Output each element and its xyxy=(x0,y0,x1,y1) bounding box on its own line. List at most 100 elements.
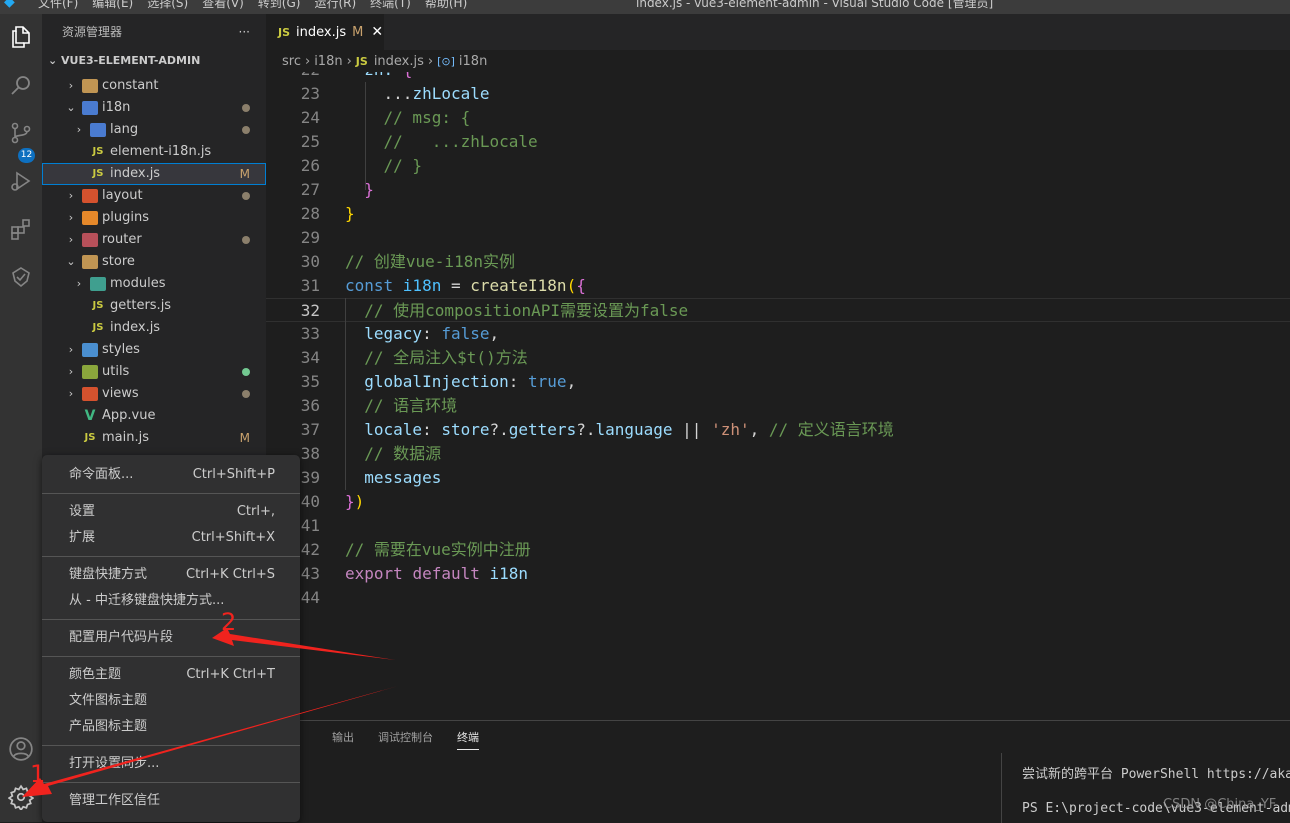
menu-item-label: 扩展 xyxy=(69,530,96,545)
menu-item[interactable]: 文件(F) xyxy=(38,0,78,11)
account-icon[interactable] xyxy=(6,734,36,764)
folder-icon xyxy=(82,189,98,203)
tree-item[interactable]: › lang xyxy=(42,119,266,141)
breadcrumb-symbol[interactable]: i18n xyxy=(459,54,487,69)
tree-item[interactable]: JS getters.js xyxy=(42,295,266,317)
testing-icon[interactable] xyxy=(6,262,36,292)
tree-item[interactable]: ⌄ store xyxy=(42,251,266,273)
menu-item-label: 设置 xyxy=(69,504,96,519)
tree-item[interactable]: › modules xyxy=(42,273,266,295)
menu-item[interactable]: 产品图标主题 xyxy=(42,714,300,740)
tree-item[interactable]: JS index.js xyxy=(42,317,266,339)
panel-tab[interactable]: 调试控制台 xyxy=(378,729,433,745)
tree-item[interactable]: › plugins xyxy=(42,207,266,229)
menu-item[interactable]: 从 - 中迁移键盘快捷方式... xyxy=(42,588,300,614)
chevron-right-icon: › xyxy=(68,365,74,378)
code-text: // 创建vue-i18n实例 xyxy=(345,250,515,274)
code-token: : xyxy=(508,372,529,391)
gear-icon[interactable] xyxy=(6,782,36,812)
more-actions-button[interactable]: ··· xyxy=(239,14,250,50)
tree-item[interactable]: JS main.js M xyxy=(42,427,266,449)
menu-item[interactable]: 命令面板... Ctrl+Shift+P xyxy=(42,462,300,488)
menu-item[interactable]: 键盘快捷方式 Ctrl+K Ctrl+S xyxy=(42,562,300,588)
menu-item[interactable]: 运行(R) xyxy=(314,0,356,11)
menu-item[interactable]: 编辑(E) xyxy=(92,0,133,11)
menu-item[interactable]: 扩展 Ctrl+Shift+X xyxy=(42,525,300,551)
chevron-right-icon: › xyxy=(68,343,74,356)
panel-tab[interactable]: 输出 xyxy=(332,729,354,745)
panel-tab[interactable]: 终端 xyxy=(457,729,479,750)
code-line: 38 // 数据源 xyxy=(266,442,1290,466)
breadcrumb-i18n[interactable]: i18n xyxy=(314,54,342,69)
menu-separator xyxy=(42,745,300,746)
extensions-icon[interactable] xyxy=(6,214,36,244)
menu-item[interactable]: 查看(V) xyxy=(202,0,244,11)
menu-item[interactable]: 帮助(H) xyxy=(425,0,467,11)
breadcrumb-file[interactable]: index.js xyxy=(374,54,424,69)
tree-item-label: styles xyxy=(102,342,140,357)
menu-item[interactable]: 打开设置同步... xyxy=(42,751,300,777)
menu-bar: 文件(F) 编辑(E) 选择(S) 查看(V) 转到(G) 运行(R) 终端(T) 帮助(H) xyxy=(38,0,467,11)
tab-index-js[interactable]: JS index.js M ✕ xyxy=(266,14,384,50)
tree-item[interactable]: › constant xyxy=(42,75,266,97)
code-text: messages xyxy=(345,466,441,490)
code-editor[interactable]: 22 zh: {23 ...zhLocale24 // msg: {25 // … xyxy=(266,72,1290,720)
menu-item[interactable]: 管理工作区信任 xyxy=(42,788,300,814)
tree-item-label: modules xyxy=(110,276,166,291)
search-icon[interactable] xyxy=(6,70,36,100)
tree-item[interactable]: › utils xyxy=(42,361,266,383)
tree-item-label: i18n xyxy=(102,100,131,115)
tree-item[interactable]: › styles xyxy=(42,339,266,361)
menu-item[interactable]: 终端(T) xyxy=(370,0,411,11)
tree-item[interactable]: ⌄ i18n xyxy=(42,97,266,119)
run-debug-icon[interactable] xyxy=(6,166,36,196)
code-text: // msg: { xyxy=(345,106,471,130)
code-text: ...zhLocale xyxy=(345,82,490,106)
line-number: 35 xyxy=(300,372,320,391)
project-header[interactable]: ⌄ VUE3-ELEMENT-ADMIN xyxy=(42,50,266,72)
tree-item[interactable]: JS element-i18n.js xyxy=(42,141,266,163)
line-number: 37 xyxy=(300,420,320,439)
code-line: 40}) xyxy=(266,490,1290,514)
tree-item[interactable]: › router xyxy=(42,229,266,251)
code-token: // ...zhLocale xyxy=(345,132,538,151)
chevron-right-icon: › xyxy=(76,277,82,290)
menu-separator xyxy=(42,493,300,494)
menu-item[interactable]: 转到(G) xyxy=(258,0,301,11)
tree-item[interactable]: › layout xyxy=(42,185,266,207)
line-number: 30 xyxy=(300,252,320,271)
menu-item-label: 管理工作区信任 xyxy=(69,793,161,808)
files-icon[interactable] xyxy=(6,22,36,52)
code-token: { xyxy=(576,276,586,295)
tree-item[interactable]: JS index.js M xyxy=(42,163,266,185)
menu-item[interactable]: 文件图标主题 xyxy=(42,688,300,714)
tree-item[interactable]: › views xyxy=(42,383,266,405)
terminal-line: 尝试新的跨平台 PowerShell https://aka.ms/pscore… xyxy=(1022,767,1290,782)
code-token: = xyxy=(441,276,471,295)
menu-item-label: 颜色主题 xyxy=(69,667,122,682)
close-icon[interactable]: ✕ xyxy=(371,24,383,40)
line-number: 23 xyxy=(300,84,320,103)
menu-item[interactable]: 选择(S) xyxy=(147,0,188,11)
code-text: } xyxy=(345,202,355,226)
code-text: locale: store?.getters?.language || 'zh'… xyxy=(345,418,894,442)
source-control-icon[interactable] xyxy=(6,118,36,148)
folder-icon xyxy=(82,233,98,247)
folder-icon xyxy=(90,123,106,137)
code-text: // } xyxy=(345,154,423,178)
tree-item-label: index.js xyxy=(110,166,161,181)
chevron-right-icon: › xyxy=(68,233,74,246)
code-token: createI18n xyxy=(470,276,567,295)
code-token: , xyxy=(489,324,500,343)
tree-item[interactable]: V App.vue xyxy=(42,405,266,427)
menu-item[interactable]: 颜色主题 Ctrl+K Ctrl+T xyxy=(42,662,300,688)
menu-item[interactable]: 设置 Ctrl+, xyxy=(42,499,300,525)
code-text: export default i18n xyxy=(345,562,528,586)
tree-item-label: constant xyxy=(102,78,159,93)
menu-item-shortcut: Ctrl+, xyxy=(236,504,275,519)
terminal[interactable]: 尝试新的跨平台 PowerShell https://aka.ms/pscore… xyxy=(1001,753,1290,823)
line-number: 31 xyxy=(300,276,320,295)
breadcrumb-src[interactable]: src xyxy=(282,54,301,69)
code-text: // 使用compositionAPI需要设置为false xyxy=(345,299,688,323)
menu-item[interactable]: 配置用户代码片段 xyxy=(42,625,300,651)
